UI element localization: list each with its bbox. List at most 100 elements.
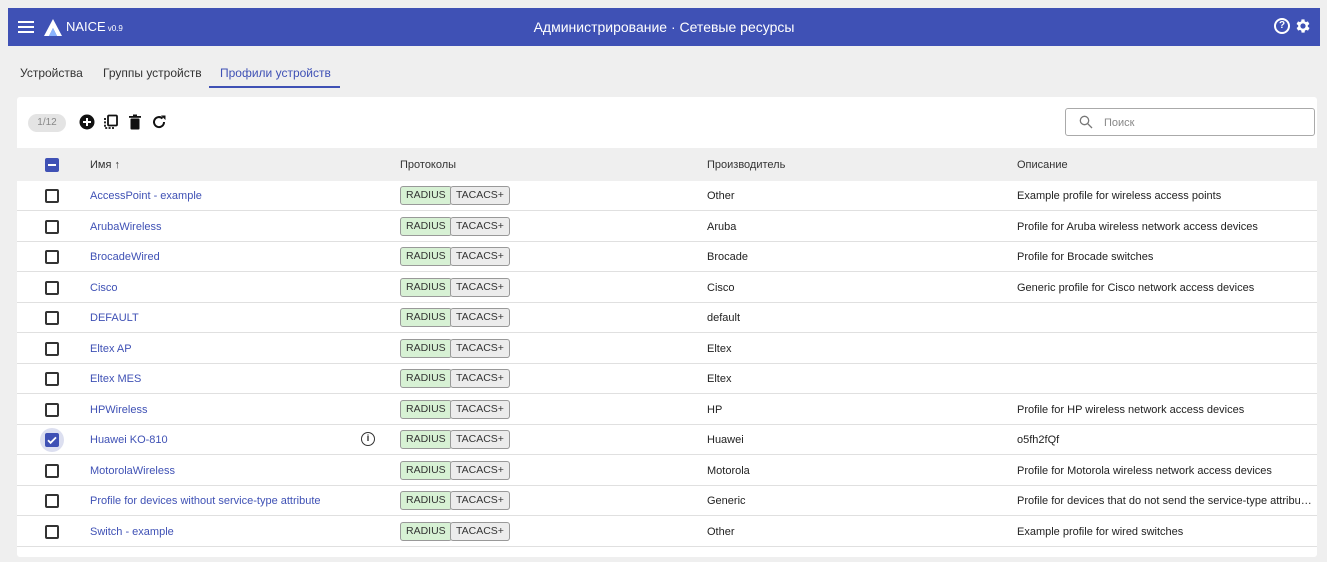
row-checkbox[interactable]	[45, 525, 59, 539]
protocol-chip-tacacs: TACACS+	[450, 430, 510, 449]
row-checkbox[interactable]	[45, 311, 59, 325]
table-row[interactable]: Eltex MES RADIUS TACACS+ Eltex	[17, 364, 1317, 394]
table-row[interactable]: AccessPoint - example RADIUS TACACS+ Other E…	[17, 181, 1317, 211]
row-checkbox[interactable]	[45, 433, 59, 447]
search-placeholder: Поиск	[1104, 117, 1135, 129]
table-row[interactable]: BrocadeWired RADIUS TACACS+ Brocade Profile …	[17, 242, 1317, 272]
protocol-chip-tacacs: TACACS+	[450, 369, 510, 388]
select-all-checkbox[interactable]	[45, 158, 59, 172]
protocol-chip-radius: RADIUS	[400, 308, 452, 327]
protocol-chip-radius: RADIUS	[400, 400, 452, 419]
table-row[interactable]: Eltex AP RADIUS TACACS+ Eltex	[17, 334, 1317, 364]
help-icon[interactable]: ?	[1274, 18, 1290, 34]
protocol-chip-tacacs: TACACS+	[450, 522, 510, 541]
table-header: Имя ↑ Протоколы Производитель Описание	[17, 148, 1317, 181]
description-cell: Example profile for wireless access poin…	[1017, 190, 1222, 202]
vendor-cell: Other	[707, 190, 735, 202]
profile-name-link[interactable]: AccessPoint - example	[90, 190, 202, 202]
protocol-chip-radius: RADIUS	[400, 217, 452, 236]
row-checkbox[interactable]	[45, 403, 59, 417]
selection-counter: 1/12	[28, 114, 66, 132]
description-cell: o5fh2fQf	[1017, 434, 1060, 446]
row-checkbox[interactable]	[45, 372, 59, 386]
table-row[interactable]: Profile for devices without service-type…	[17, 486, 1317, 516]
protocol-chip-radius: RADIUS	[400, 491, 452, 510]
tab-devices[interactable]: Устройства	[20, 66, 83, 80]
description-cell: Example profile for wired switches	[1017, 526, 1184, 538]
table-row[interactable]: Cisco RADIUS TACACS+ Cisco Generic profile f…	[17, 273, 1317, 303]
protocol-chip-radius: RADIUS	[400, 278, 452, 297]
protocol-chip-radius: RADIUS	[400, 369, 452, 388]
vendor-cell: Brocade	[707, 251, 748, 263]
top-app-bar: NAICE v0.9 Администрирование · Сетевые ре…	[8, 8, 1320, 46]
protocol-chip-radius: RADIUS	[400, 339, 452, 358]
protocol-chip-tacacs: TACACS+	[450, 400, 510, 419]
description-cell: Profile for Motorola wireless network ac…	[1017, 465, 1272, 477]
row-checkbox[interactable]	[45, 494, 59, 508]
profile-name-link[interactable]: Switch - example	[90, 526, 174, 538]
column-header-name[interactable]: Имя ↑	[90, 159, 120, 171]
column-header-vendor[interactable]: Производитель	[707, 159, 785, 171]
table-row[interactable]: Huawei KO-810 i RADIUS TACACS+ Huawei o5fh2fQ…	[17, 425, 1317, 455]
vendor-cell: Aruba	[707, 221, 737, 233]
vendor-cell: Cisco	[707, 282, 735, 294]
page-title: Администрирование · Сетевые ресурсы	[533, 19, 795, 35]
profile-name-link[interactable]: BrocadeWired	[90, 251, 160, 263]
copy-icon[interactable]	[103, 114, 119, 130]
profile-name-link[interactable]: MotorolaWireless	[90, 465, 175, 477]
tab-device-profiles[interactable]: Профили устройств	[220, 66, 331, 80]
vendor-cell: Eltex	[707, 373, 732, 385]
protocol-chip-tacacs: TACACS+	[450, 278, 510, 297]
delete-icon[interactable]	[127, 114, 143, 130]
vendor-cell: Generic	[707, 495, 746, 507]
row-checkbox[interactable]	[45, 189, 59, 203]
protocol-chip-radius: RADIUS	[400, 522, 452, 541]
row-checkbox[interactable]	[45, 220, 59, 234]
description-cell: Profile for Aruba wireless network acces…	[1017, 221, 1258, 233]
tab-device-groups[interactable]: Группы устройств	[103, 66, 202, 80]
profile-name-link[interactable]: Huawei KO-810	[90, 434, 168, 446]
profile-name-link[interactable]: Profile for devices without service-type…	[90, 495, 321, 507]
column-header-description[interactable]: Описание	[1017, 159, 1068, 171]
description-cell: Profile for devices that do not send the…	[1017, 495, 1312, 507]
table-row[interactable]: HPWireless RADIUS TACACS+ HP Profile for HP …	[17, 395, 1317, 425]
add-icon[interactable]	[79, 114, 95, 130]
protocol-chip-radius: RADIUS	[400, 430, 452, 449]
protocol-chip-tacacs: TACACS+	[450, 217, 510, 236]
protocol-chip-tacacs: TACACS+	[450, 339, 510, 358]
vendor-cell: Huawei	[707, 434, 744, 446]
active-tab-indicator	[209, 86, 340, 88]
refresh-icon[interactable]	[151, 114, 167, 130]
gear-icon[interactable]	[1294, 17, 1312, 35]
row-checkbox[interactable]	[45, 342, 59, 356]
profile-name-link[interactable]: Eltex MES	[90, 373, 141, 385]
description-cell: Profile for HP wireless network access d…	[1017, 404, 1245, 416]
protocol-chip-tacacs: TACACS+	[450, 461, 510, 480]
table-row[interactable]: Switch - example RADIUS TACACS+ Other Exampl…	[17, 517, 1317, 547]
description-cell: Profile for Brocade switches	[1017, 251, 1154, 263]
table-row[interactable]: ArubaWireless RADIUS TACACS+ Aruba Profile f…	[17, 212, 1317, 242]
table-row[interactable]: DEFAULT RADIUS TACACS+ default	[17, 303, 1317, 333]
protocol-chip-radius: RADIUS	[400, 186, 452, 205]
vendor-cell: Eltex	[707, 343, 732, 355]
profile-name-link[interactable]: DEFAULT	[90, 312, 139, 324]
protocol-chip-tacacs: TACACS+	[450, 308, 510, 327]
search-input[interactable]: Поиск	[1065, 108, 1315, 136]
row-checkbox[interactable]	[45, 464, 59, 478]
profile-name-link[interactable]: Eltex AP	[90, 343, 132, 355]
vendor-cell: default	[707, 312, 741, 324]
table-row[interactable]: MotorolaWireless RADIUS TACACS+ Motorola Pro…	[17, 456, 1317, 486]
info-icon[interactable]: i	[361, 432, 375, 446]
vendor-cell: Motorola	[707, 465, 750, 477]
row-checkbox[interactable]	[45, 250, 59, 264]
protocol-chip-tacacs: TACACS+	[450, 491, 510, 510]
vendor-cell: HP	[707, 404, 723, 416]
row-checkbox[interactable]	[45, 281, 59, 295]
search-icon	[1079, 115, 1093, 129]
profile-name-link[interactable]: Cisco	[90, 282, 118, 294]
vendor-cell: Other	[707, 526, 735, 538]
profile-name-link[interactable]: ArubaWireless	[90, 221, 162, 233]
tab-bar: Устройства Группы устройств Профили устр…	[8, 46, 1320, 90]
profile-name-link[interactable]: HPWireless	[90, 404, 147, 416]
column-header-protocols[interactable]: Протоколы	[400, 159, 456, 171]
